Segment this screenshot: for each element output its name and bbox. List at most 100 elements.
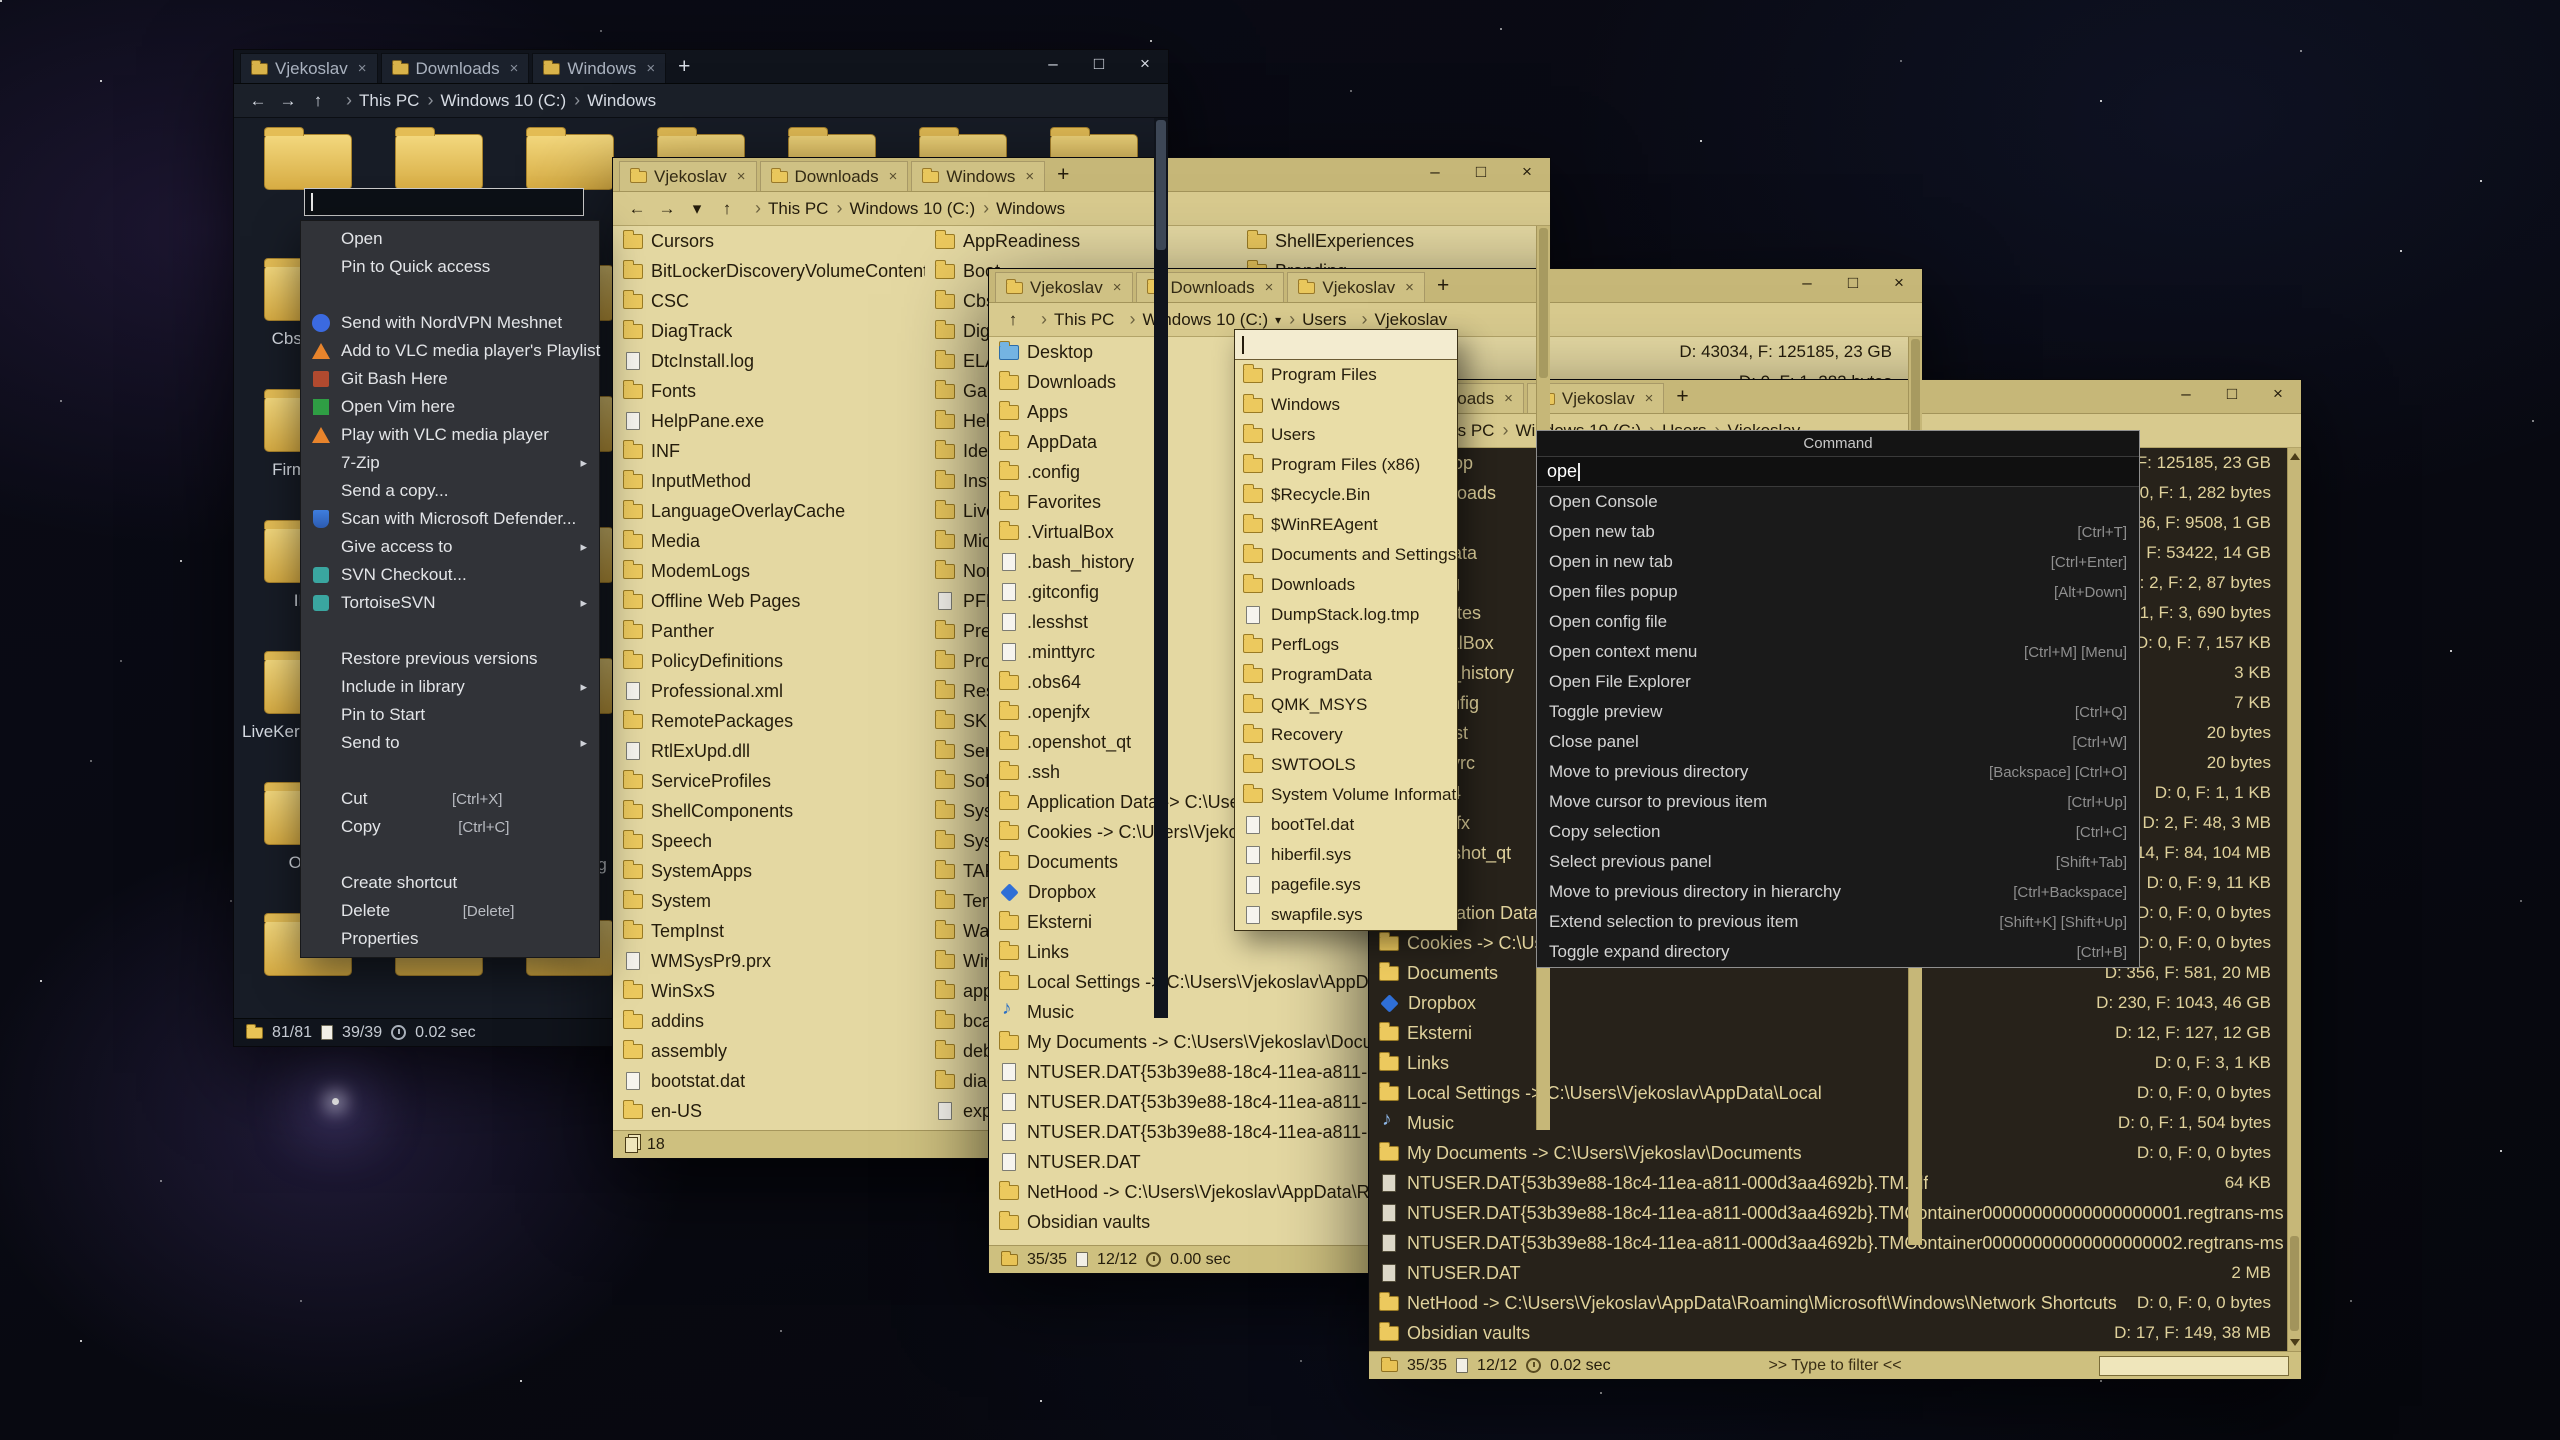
- back-icon[interactable]: ←: [623, 199, 651, 219]
- context-menu-item[interactable]: [301, 757, 599, 785]
- forward-icon[interactable]: →: [274, 91, 302, 111]
- file-row[interactable]: PolicyDefinitions: [613, 646, 925, 676]
- drive-dropdown-item[interactable]: Downloads: [1235, 570, 1457, 600]
- tab[interactable]: Downloads ×: [381, 53, 530, 83]
- command-item[interactable]: Open in new tab [Ctrl+Enter]: [1537, 547, 2139, 577]
- drive-dropdown-item[interactable]: Recovery: [1235, 720, 1457, 750]
- scrollbar-thumb[interactable]: [1156, 120, 1166, 250]
- file-row[interactable]: ModemLogs: [613, 556, 925, 586]
- tab[interactable]: Vjekoslav ×: [995, 272, 1133, 302]
- vertical-scrollbar[interactable]: [2287, 448, 2301, 1351]
- context-menu-item[interactable]: SVN Checkout...: [301, 561, 599, 589]
- file-row[interactable]: Speech: [613, 826, 925, 856]
- scroll-down-icon[interactable]: [2290, 1339, 2300, 1346]
- command-search-input[interactable]: ope: [1537, 457, 2139, 487]
- file-row[interactable]: BitLockerDiscoveryVolumeContents: [613, 256, 925, 286]
- command-item[interactable]: Toggle preview [Ctrl+Q]: [1537, 697, 2139, 727]
- new-tab-button[interactable]: +: [1664, 385, 1700, 409]
- context-menu-item[interactable]: Copy [Ctrl+C]: [301, 813, 599, 841]
- breadcrumb-item[interactable]: › This PC: [751, 196, 832, 221]
- file-row[interactable]: TempInst: [613, 916, 925, 946]
- drive-dropdown-item[interactable]: PerfLogs: [1235, 630, 1457, 660]
- tab-close-icon[interactable]: ×: [358, 60, 367, 77]
- tab-bar[interactable]: Downloads × Vjekoslav × + – □ ×: [1369, 380, 2301, 414]
- breadcrumb-item[interactable]: › Windows: [570, 88, 660, 113]
- context-menu-item[interactable]: [301, 617, 599, 645]
- file-row[interactable]: WinSxS: [613, 976, 925, 1006]
- context-menu-item[interactable]: Delete [Delete]: [301, 897, 599, 925]
- context-menu-item[interactable]: TortoiseSVN ▸: [301, 589, 599, 617]
- drive-dropdown-item[interactable]: Program Files (x86): [1235, 450, 1457, 480]
- tab-bar[interactable]: Vjekoslav × Downloads × Vjekoslav × + – …: [989, 269, 1922, 303]
- tab[interactable]: Downloads ×: [760, 161, 909, 191]
- breadcrumb-item[interactable]: › Windows: [979, 196, 1069, 221]
- file-row[interactable]: NTUSER.DAT{53b39e88-18c4-11ea-a811-000d3…: [1369, 1198, 2301, 1228]
- history-dropdown-icon[interactable]: ▾: [683, 199, 711, 219]
- file-row[interactable]: LanguageOverlayCache: [613, 496, 925, 526]
- command-item[interactable]: Open Console: [1537, 487, 2139, 517]
- file-row[interactable]: NTUSER.DAT{53b39e88-18c4-11ea-a811-000d3…: [1369, 1168, 2301, 1198]
- file-row[interactable]: System: [613, 886, 925, 916]
- file-row[interactable]: RtlExUpd.dll: [613, 736, 925, 766]
- file-row[interactable]: HelpPane.exe: [613, 406, 925, 436]
- command-item[interactable]: Open files popup [Alt+Down]: [1537, 577, 2139, 607]
- file-row[interactable]: assembly: [613, 1036, 925, 1066]
- up-icon[interactable]: ↑: [304, 91, 332, 111]
- context-menu-item[interactable]: Create shortcut: [301, 869, 599, 897]
- drive-dropdown-item[interactable]: Program Files: [1235, 360, 1457, 390]
- tab[interactable]: Vjekoslav ×: [240, 53, 378, 83]
- file-row[interactable]: ServiceProfiles: [613, 766, 925, 796]
- close-button[interactable]: ×: [1122, 50, 1168, 78]
- file-row[interactable]: DiagTrack: [613, 316, 925, 346]
- command-item[interactable]: Open config file: [1537, 607, 2139, 637]
- drive-dropdown-item[interactable]: Users: [1235, 420, 1457, 450]
- tab-bar[interactable]: Vjekoslav × Downloads × Windows × + – □ …: [613, 158, 1550, 192]
- context-menu-item[interactable]: Properties: [301, 925, 599, 953]
- command-item[interactable]: Open new tab [Ctrl+T]: [1537, 517, 2139, 547]
- drive-dropdown-item[interactable]: ProgramData: [1235, 660, 1457, 690]
- context-menu-item[interactable]: Scan with Microsoft Defender...: [301, 505, 599, 533]
- command-item[interactable]: Extend selection to previous item [Shift…: [1537, 907, 2139, 937]
- drive-dropdown-item[interactable]: QMK_MSYS: [1235, 690, 1457, 720]
- drive-dropdown-item[interactable]: hiberfil.sys: [1235, 840, 1457, 870]
- tab-close-icon[interactable]: ×: [889, 168, 898, 185]
- scrollbar-thumb[interactable]: [1539, 228, 1548, 378]
- file-row[interactable]: bootstat.dat: [613, 1066, 925, 1096]
- tab-close-icon[interactable]: ×: [1113, 279, 1122, 296]
- file-row[interactable]: WMSysPr9.prx: [613, 946, 925, 976]
- tab-close-icon[interactable]: ×: [510, 60, 519, 77]
- file-row[interactable]: Panther: [613, 616, 925, 646]
- maximize-button[interactable]: □: [1076, 50, 1122, 78]
- context-menu-item[interactable]: 7-Zip ▸: [301, 449, 599, 477]
- breadcrumb-item[interactable]: › This PC: [1037, 307, 1125, 332]
- close-button[interactable]: ×: [1504, 158, 1550, 186]
- minimize-button[interactable]: –: [2163, 380, 2209, 408]
- file-row[interactable]: Offline Web Pages: [613, 586, 925, 616]
- maximize-button[interactable]: □: [1458, 158, 1504, 186]
- file-row[interactable]: Dropbox D: 230, F: 1043, 46 GB: [1369, 988, 2301, 1018]
- file-row[interactable]: Professional.xml: [613, 676, 925, 706]
- vertical-scrollbar[interactable]: [1154, 118, 1168, 1018]
- tab-bar[interactable]: Vjekoslav × Downloads × Windows × + – □ …: [234, 50, 1168, 84]
- drive-dropdown-item[interactable]: swapfile.sys: [1235, 900, 1457, 930]
- file-row[interactable]: Fonts: [613, 376, 925, 406]
- new-tab-button[interactable]: +: [1425, 274, 1461, 298]
- drive-dropdown-item[interactable]: Documents and Settings: [1235, 540, 1457, 570]
- file-row[interactable]: NetHood -> C:\Users\Vjekoslav\AppData\Ro…: [1369, 1288, 2301, 1318]
- maximize-button[interactable]: □: [2209, 380, 2255, 408]
- drive-dropdown-item[interactable]: bootTel.dat: [1235, 810, 1457, 840]
- drive-dropdown-item[interactable]: $WinREAgent: [1235, 510, 1457, 540]
- context-menu-item[interactable]: Add to VLC media player's Playlist: [301, 337, 599, 365]
- minimize-button[interactable]: –: [1030, 50, 1076, 78]
- file-row[interactable]: Links D: 0, F: 3, 1 KB: [1369, 1048, 2301, 1078]
- breadcrumb-item[interactable]: › Windows 10 (C:): [423, 88, 570, 113]
- tab-close-icon[interactable]: ×: [1504, 390, 1513, 407]
- tab-close-icon[interactable]: ×: [1405, 279, 1414, 296]
- tab-close-icon[interactable]: ×: [1025, 168, 1034, 185]
- file-row[interactable]: Cursors: [613, 226, 925, 256]
- tab-close-icon[interactable]: ×: [1265, 279, 1274, 296]
- new-tab-button[interactable]: +: [666, 55, 702, 79]
- command-item[interactable]: Close panel [Ctrl+W]: [1537, 727, 2139, 757]
- file-row[interactable]: DtcInstall.log: [613, 346, 925, 376]
- file-row[interactable]: Local Settings -> C:\Users\Vjekoslav\App…: [1369, 1078, 2301, 1108]
